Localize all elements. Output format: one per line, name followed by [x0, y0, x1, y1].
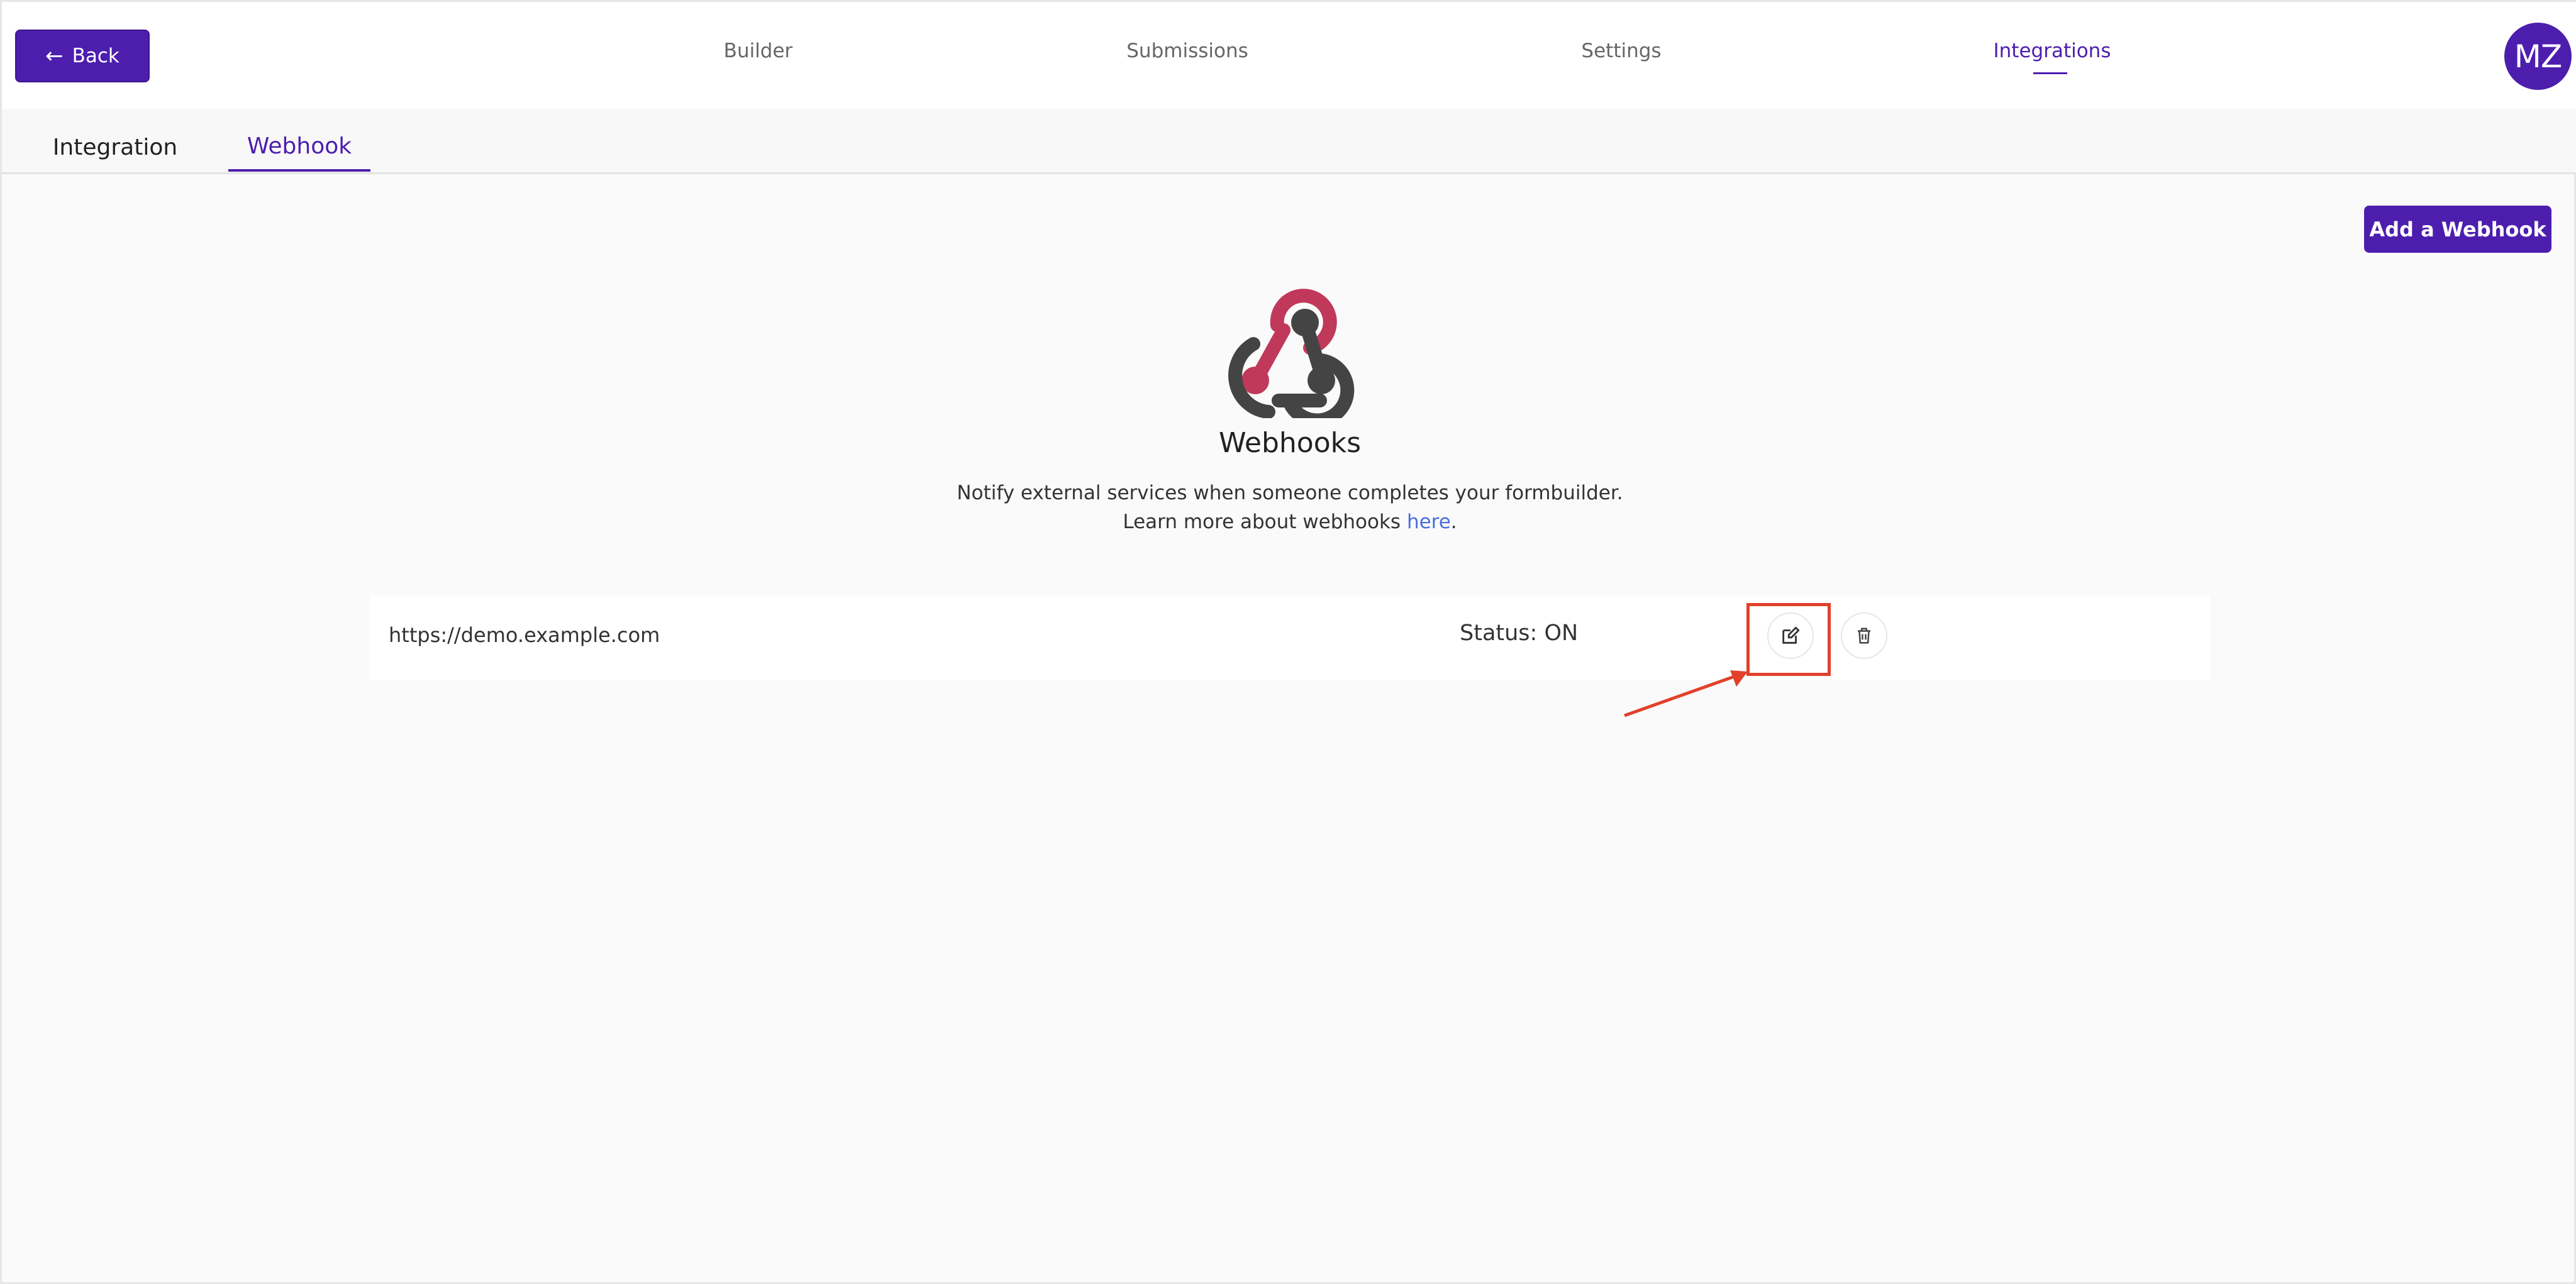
webhook-status: Status: ON: [1460, 621, 1579, 646]
top-navbar: ← Back Builder Submissions Settings Inte…: [2, 2, 2576, 109]
description-line-1: Notify external services when someone co…: [957, 482, 1623, 504]
app-window: ← Back Builder Submissions Settings Inte…: [0, 0, 2576, 1284]
tab-webhook[interactable]: Webhook: [228, 123, 370, 172]
description-line-2-end: .: [1450, 511, 1457, 533]
page-heading: Webhooks: [1218, 427, 1362, 459]
description-line-2: Learn more about webhooks here.: [913, 507, 1667, 536]
trash-icon: [1858, 628, 1870, 644]
nav-integrations[interactable]: Integrations: [1983, 40, 2121, 71]
active-nav-indicator: [2033, 72, 2067, 74]
add-webhook-button[interactable]: Add a Webhook: [2364, 206, 2551, 253]
description-line-2-text: Learn more about webhooks: [1123, 511, 1407, 533]
nav-submissions[interactable]: Submissions: [1096, 40, 1279, 71]
annotation-arrow-icon: [1624, 670, 1748, 717]
sub-tabs: Integration Webhook: [2, 109, 2576, 174]
tab-integration[interactable]: Integration: [40, 123, 191, 172]
webhook-logo: [1228, 289, 1355, 418]
nav-settings[interactable]: Settings: [1568, 40, 1675, 71]
webhook-row: https://demo.example.com Status: ON: [370, 595, 2210, 680]
back-button-label: Back: [72, 45, 119, 67]
back-button[interactable]: ← Back: [15, 30, 150, 82]
nav-builder[interactable]: Builder: [694, 40, 823, 71]
learn-more-link[interactable]: here: [1407, 511, 1451, 533]
user-avatar[interactable]: MZ: [2504, 23, 2572, 90]
arrow-left-icon: ←: [45, 43, 64, 69]
webhook-url: https://demo.example.com: [389, 623, 660, 647]
delete-webhook-button[interactable]: [1841, 612, 1887, 659]
annotation-highlight-box: [1746, 603, 1831, 676]
description: Notify external services when someone co…: [913, 479, 1667, 536]
